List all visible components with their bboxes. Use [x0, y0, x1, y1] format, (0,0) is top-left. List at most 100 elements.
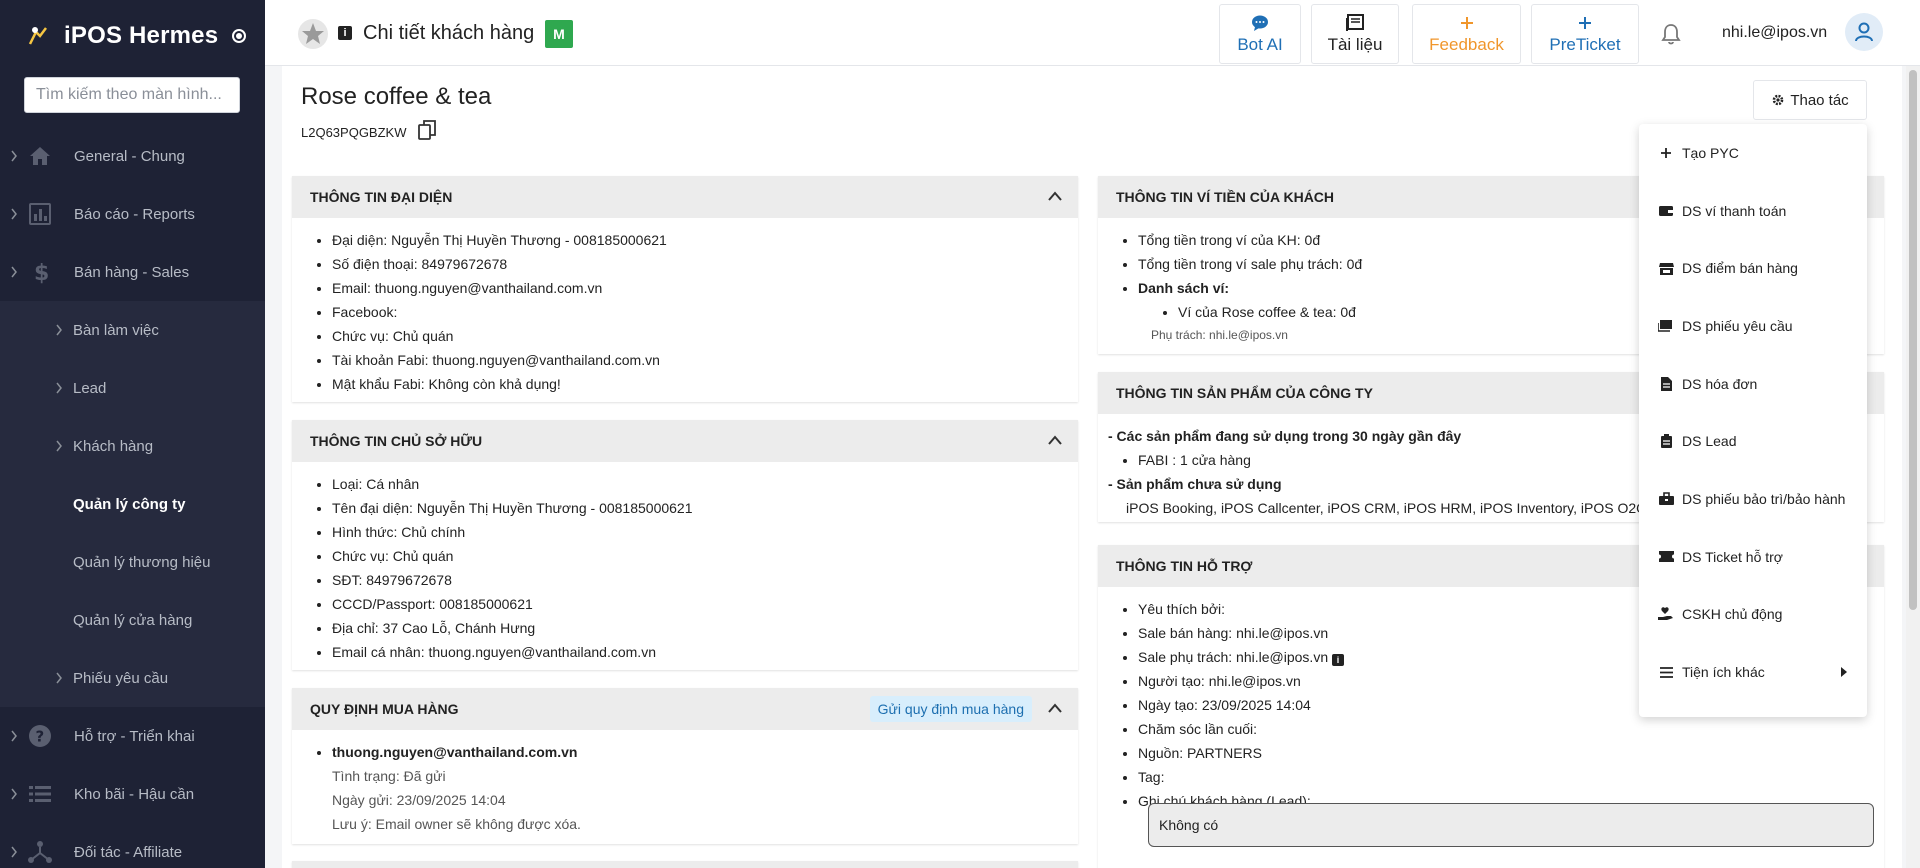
tai-lieu-button[interactable]: Tài liệu — [1311, 4, 1399, 64]
tai-lieu-label: Tài liệu — [1327, 35, 1383, 54]
menu-item-cskh-chu-dong[interactable]: CSKH chủ động — [1639, 586, 1867, 644]
sidebar-item-label: Hỗ trợ - Triển khai — [74, 727, 195, 745]
preticket-button[interactable]: PreTicket — [1531, 4, 1639, 64]
sale-owner-text: Sale phụ trách: nhi.le@ipos.vn — [1138, 649, 1329, 665]
company-name: Rose coffee & tea — [301, 83, 492, 110]
sidebar-item-reports[interactable]: Báo cáo - Reports — [0, 185, 265, 243]
menu-item-ds-hoa-don[interactable]: DS hóa đơn — [1639, 355, 1867, 413]
avatar[interactable] — [1845, 13, 1883, 51]
list-item: Email: thuong.nguyen@vanthailand.com.vn — [332, 276, 1078, 300]
menu-item-ds-lead[interactable]: DS Lead — [1639, 412, 1867, 470]
menu-item-tao-pyc[interactable]: Tạo PYC — [1639, 124, 1867, 182]
brand[interactable]: iPOS Hermes — [0, 0, 265, 72]
bar-chart-icon — [29, 203, 51, 225]
user-icon — [1855, 22, 1873, 42]
top-header: i Chi tiết khách hàng M Bot AI Tài liệu … — [265, 0, 1920, 66]
menu-item-label: DS Lead — [1682, 433, 1737, 450]
network-icon — [28, 841, 52, 863]
menu-item-label: DS điểm bán hàng — [1682, 260, 1798, 277]
owner-email: thuong.nguyen@vanthailand.com.vn — [332, 740, 1078, 764]
scrollbar-thumb[interactable] — [1909, 70, 1917, 610]
menu-item-ds-ticket-ho-tro[interactable]: DS Ticket hỗ trợ — [1639, 528, 1867, 586]
chevron-right-icon — [11, 730, 17, 742]
purchase-rules-panel: QUY ĐỊNH MUA HÀNG Gửi quy định mua hàng … — [292, 688, 1078, 844]
list-item: Hình thức: Chủ chính — [332, 520, 1078, 544]
dollar-icon: $ — [34, 261, 49, 284]
info-icon[interactable]: i — [1332, 654, 1344, 666]
sidebar-item-ban-lam-viec[interactable]: Bàn làm việc — [0, 301, 265, 359]
user-email[interactable]: nhi.le@ipos.vn — [1722, 24, 1827, 42]
sidebar-item-ho-tro[interactable]: ? Hỗ trợ - Triển khai — [0, 707, 265, 765]
sidebar-item-label: Đối tác - Affiliate — [74, 843, 183, 861]
menu-item-ds-vi-thanh-toan[interactable]: DS ví thanh toán — [1639, 182, 1867, 240]
panel-title: THÔNG TIN VÍ TIỀN CỦA KHÁCH — [1116, 189, 1335, 205]
menu-item-label: DS ví thanh toán — [1682, 202, 1787, 219]
sidebar-item-khach-hang[interactable]: Khách hàng — [0, 417, 265, 475]
menu-item-ds-phieu-bao-tri[interactable]: DS phiếu bảo trì/bảo hành — [1639, 470, 1867, 528]
sidebar-item-lead[interactable]: Lead — [0, 359, 265, 417]
ticket-icon — [1658, 551, 1674, 563]
info-icon[interactable]: i — [338, 26, 352, 40]
wallet-icon — [1659, 205, 1673, 216]
menu-item-label: Tiện ích khác — [1682, 664, 1765, 681]
menu-item-label: DS Ticket hỗ trợ — [1682, 548, 1783, 565]
list-item: Chức vụ: Chủ quán — [332, 324, 1078, 348]
copy-icon[interactable] — [418, 120, 436, 140]
ticket-list-icon — [1658, 320, 1672, 333]
bot-ai-label: Bot AI — [1237, 35, 1283, 54]
list-item: Tag: — [1138, 765, 1884, 789]
sidebar-search-input[interactable]: Tìm kiếm theo màn hình... — [24, 77, 240, 113]
brand-name: iPOS Hermes — [64, 22, 219, 49]
owner-panel-header[interactable]: THÔNG TIN CHỦ SỞ HỮU — [292, 420, 1078, 462]
chevron-up-icon[interactable] — [1048, 435, 1062, 445]
panel-title: THÔNG TIN CHỦ SỞ HỮU — [310, 433, 483, 449]
list-item: SĐT: 84979672678 — [332, 568, 1078, 592]
sidebar-item-general[interactable]: General - Chung — [0, 127, 265, 185]
menu-item-ds-diem-ban-hang[interactable]: DS điểm bán hàng — [1639, 239, 1867, 297]
chevron-right-icon — [56, 382, 62, 394]
feedback-button[interactable]: Feedback — [1412, 4, 1521, 64]
lead-note-field[interactable]: Không có — [1148, 803, 1874, 847]
thao-tac-label: Thao tác — [1790, 91, 1849, 109]
help-circle-icon: ? — [29, 725, 51, 747]
bot-ai-button[interactable]: Bot AI — [1219, 4, 1301, 64]
sidebar-item-doi-tac[interactable]: Đối tác - Affiliate — [0, 823, 265, 868]
sidebar-item-quan-ly-cua-hang[interactable]: Quản lý cửa hàng — [0, 591, 265, 649]
representative-panel-header[interactable]: THÔNG TIN ĐẠI DIỆN — [292, 176, 1078, 218]
sidebar-item-label: Lead — [73, 379, 107, 397]
chevron-right-icon — [11, 150, 17, 162]
list-item: Mật khẩu Fabi: Không còn khả dụng! — [332, 372, 1078, 396]
purchase-sent-date: Ngày gửi: 23/09/2025 14:04 — [332, 792, 506, 808]
menu-item-ds-phieu-yeu-cau[interactable]: DS phiếu yêu cầu — [1639, 297, 1867, 355]
purchase-rules-panel-body: thuong.nguyen@vanthailand.com.vn Tình tr… — [292, 730, 1078, 836]
chevron-up-icon[interactable] — [1048, 703, 1062, 713]
radio-dot-icon[interactable] — [232, 29, 247, 43]
sidebar-item-label: Quản lý thương hiệu — [73, 553, 211, 571]
menu-item-label: DS hóa đơn — [1682, 375, 1758, 392]
send-purchase-rules-button[interactable]: Gửi quy định mua hàng — [869, 696, 1032, 722]
feedback-label: Feedback — [1429, 35, 1504, 54]
sidebar-item-kho-bai[interactable]: Kho bãi - Hậu cần — [0, 765, 265, 823]
clipboard-icon — [1660, 434, 1672, 449]
menu-item-tien-ich-khac[interactable]: Tiện ích khác — [1639, 643, 1867, 701]
plus-icon — [1579, 17, 1591, 29]
sidebar-menu: General - Chung Báo cáo - Reports $ Bán … — [0, 127, 265, 868]
sidebar-item-quan-ly-cong-ty[interactable]: Quản lý công ty — [0, 475, 265, 533]
company-code: L2Q63PQGBZKW — [301, 125, 407, 140]
sidebar-item-phieu-yeu-cau[interactable]: Phiếu yêu cầu — [0, 649, 265, 707]
list-icon — [29, 786, 51, 802]
sidebar-item-label: Báo cáo - Reports — [74, 205, 195, 223]
page-title: Chi tiết khách hàng — [363, 22, 535, 44]
chevron-right-icon — [11, 266, 17, 278]
sidebar-item-sales[interactable]: $ Bán hàng - Sales — [0, 243, 265, 301]
thao-tac-button[interactable]: Thao tác — [1753, 80, 1867, 120]
star-icon[interactable] — [297, 18, 329, 50]
sidebar-item-label: Phiếu yêu cầu — [73, 669, 169, 687]
list-item: CCCD/Passport: 008185000621 — [332, 592, 1078, 616]
purchase-status: Tình trạng: Đã gửi — [332, 768, 446, 784]
svg-text:?: ? — [36, 728, 45, 746]
chevron-up-icon[interactable] — [1048, 191, 1062, 201]
bell-icon[interactable] — [1659, 22, 1683, 46]
sidebar-item-quan-ly-thuong-hieu[interactable]: Quản lý thương hiệu — [0, 533, 265, 591]
purchase-rules-panel-header[interactable]: QUY ĐỊNH MUA HÀNG Gửi quy định mua hàng — [292, 688, 1078, 730]
